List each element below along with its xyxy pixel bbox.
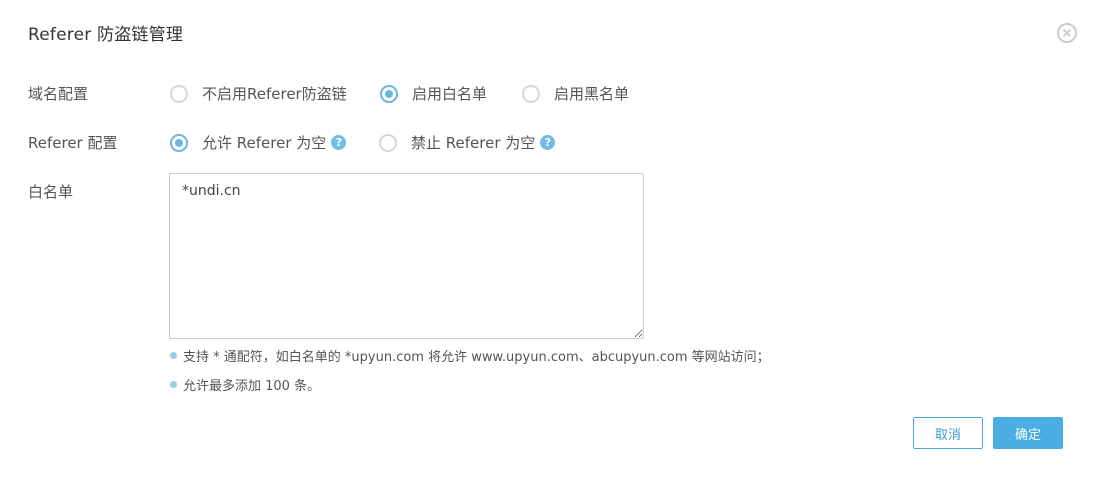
radio-enable-whitelist-label: 启用白名单 [412,85,488,103]
hint-max-entries: 允许最多添加 100 条。 [169,375,320,394]
close-icon[interactable] [1057,23,1077,43]
cancel-button[interactable]: 取消 [913,417,983,449]
radio-deny-empty-referer-label: 禁止 Referer 为空 [411,134,536,152]
radio-enable-blacklist[interactable]: 启用黑名单 [522,83,629,104]
referer-dialog: Referer 防盗链管理 域名配置 不启用Referer防盗链 启用白名单 启… [0,0,1094,479]
whitelist-label: 白名单 [28,183,74,201]
dialog-title: Referer 防盗链管理 [28,25,184,45]
radio-checked-icon [380,84,398,103]
hint-wildcard-text: 支持 * 通配符，如白名单的 *upyun.com 将允许 www.upyun.… [183,350,770,365]
radio-deny-empty-referer[interactable]: 禁止 Referer 为空 ? [379,132,556,153]
help-icon[interactable]: ? [540,135,556,150]
referer-config-label: Referer 配置 [28,134,118,152]
whitelist-textarea[interactable]: *undi.cn [169,173,644,339]
radio-disable-referer-label: 不启用Referer防盗链 [202,85,347,103]
radio-unchecked-icon [379,133,397,152]
help-icon[interactable]: ? [331,135,347,150]
radio-enable-blacklist-label: 启用黑名单 [554,85,630,103]
radio-enable-whitelist[interactable]: 启用白名单 [380,83,487,104]
radio-unchecked-icon [170,84,188,103]
hint-max-entries-text: 允许最多添加 100 条。 [183,379,321,394]
radio-disable-referer[interactable]: 不启用Referer防盗链 [170,83,347,104]
bullet-icon [170,381,177,388]
bullet-icon [170,352,177,359]
hint-wildcard: 支持 * 通配符，如白名单的 *upyun.com 将允许 www.upyun.… [169,346,770,365]
confirm-button[interactable]: 确定 [993,417,1063,449]
radio-checked-icon [170,133,188,152]
radio-unchecked-icon [522,84,540,103]
domain-config-label: 域名配置 [28,85,89,103]
radio-allow-empty-referer-label: 允许 Referer 为空 [202,134,327,152]
radio-allow-empty-referer[interactable]: 允许 Referer 为空 ? [170,132,347,153]
